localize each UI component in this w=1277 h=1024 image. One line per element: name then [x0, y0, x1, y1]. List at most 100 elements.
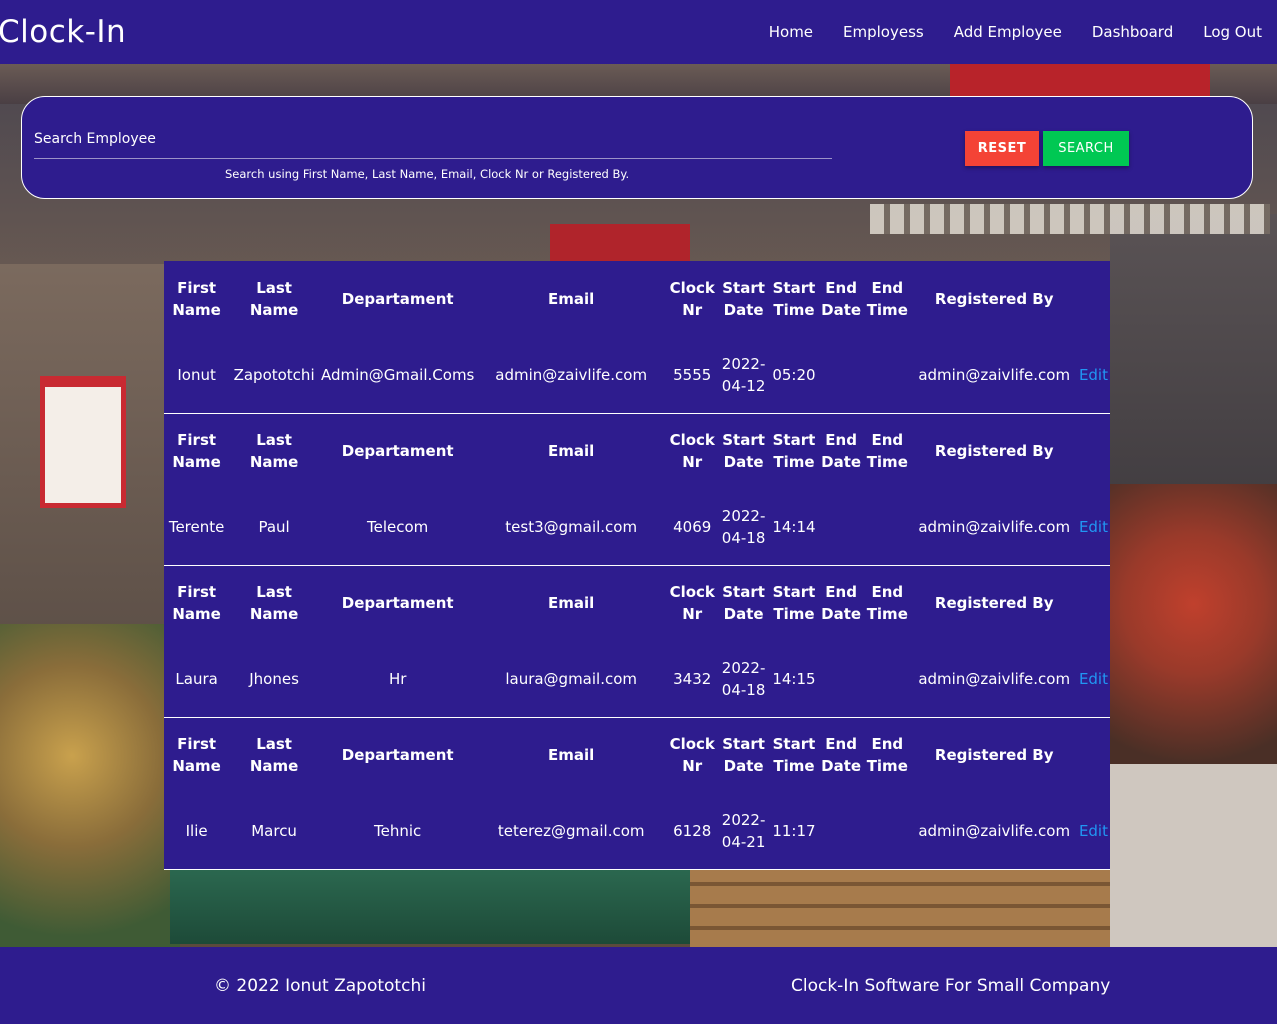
- header-start-date: Start Date: [722, 583, 765, 624]
- header-department: Departament: [341, 290, 454, 308]
- cell-end-time: [863, 641, 911, 717]
- header-clock-nr: Clock Nr: [669, 279, 715, 319]
- header-start-date: Start Date: [722, 279, 765, 319]
- nav-dashboard[interactable]: Dashboard: [1092, 23, 1173, 41]
- cell-start-time: 11:17: [772, 821, 816, 840]
- header-email: Email: [548, 746, 595, 765]
- cell-department: Hr: [388, 669, 407, 688]
- nav-home[interactable]: Home: [769, 23, 813, 41]
- cell-email: test3@gmail.com: [505, 517, 638, 536]
- nav-employees[interactable]: Employess: [843, 23, 924, 41]
- cell-first-name: Terente: [168, 517, 225, 536]
- cell-first-name: Laura: [175, 669, 218, 688]
- cell-end-time: [863, 793, 911, 869]
- header-start-time: Start Time: [772, 735, 816, 776]
- header-department: Departament: [341, 594, 454, 613]
- header-start-time: Start Time: [772, 431, 816, 472]
- header-department: Departament: [341, 442, 454, 461]
- cell-start-date: 2022-04-12: [721, 354, 766, 395]
- cell-actions: Edit: [1077, 489, 1110, 565]
- background-price-tag: [40, 376, 126, 508]
- reset-button[interactable]: RESET: [965, 131, 1039, 166]
- edit-link[interactable]: Edit: [1079, 670, 1108, 688]
- cell-last-name: Zapototchi: [233, 365, 315, 384]
- header-end-time: End Time: [866, 735, 908, 776]
- cell-actions: Edit: [1077, 641, 1110, 717]
- header-registered-by: Registered By: [934, 442, 1054, 461]
- header-department: Departament: [341, 746, 454, 765]
- header-last-name: Last Name: [249, 735, 299, 776]
- nav-links: Home Employess Add Employee Dashboard Lo…: [769, 23, 1262, 41]
- top-navbar: Clock-In Home Employess Add Employee Das…: [0, 0, 1277, 64]
- cell-end-date: [819, 793, 863, 869]
- cell-clock-nr: 5555: [673, 365, 712, 384]
- header-clock-nr: Clock Nr: [669, 583, 715, 624]
- header-end-time: End Time: [866, 583, 908, 624]
- header-first-name: First Name: [172, 279, 221, 319]
- cell-start-time: 05:20: [772, 365, 816, 384]
- cell-email: teterez@gmail.com: [497, 821, 645, 840]
- brand-logo[interactable]: Clock-In: [0, 14, 126, 50]
- header-clock-nr: Clock Nr: [669, 431, 715, 472]
- nav-log-out[interactable]: Log Out: [1203, 23, 1262, 41]
- cell-end-time: [863, 489, 911, 565]
- table-header-row: First Name Last Name Departament Email Clock…: [164, 717, 1110, 793]
- cell-clock-nr: 4069: [673, 517, 712, 536]
- table-header-row: First Name Last Name Departament Email Clock…: [164, 565, 1110, 641]
- cell-end-date: [819, 489, 863, 565]
- header-clock-nr: Clock Nr: [669, 735, 715, 776]
- search-input[interactable]: [34, 119, 832, 159]
- header-email: Email: [548, 290, 595, 308]
- cell-email: laura@gmail.com: [505, 669, 638, 688]
- table-header-row: First Name Last Name Departament Email Clock…: [164, 413, 1110, 489]
- edit-link[interactable]: Edit: [1079, 366, 1108, 384]
- price-tag-header: [45, 381, 121, 387]
- header-end-date: End Date: [821, 431, 862, 472]
- header-end-date: End Date: [821, 279, 862, 319]
- table-row: Ionut Zapototchi Admin@Gmail.Coms admin@zai…: [164, 337, 1110, 413]
- edit-link[interactable]: Edit: [1079, 822, 1108, 840]
- background-produce: [1110, 484, 1277, 784]
- header-registered-by: Registered By: [934, 594, 1054, 613]
- header-actions: [1077, 717, 1110, 793]
- cell-department: Tehnic: [374, 821, 422, 840]
- search-panel: Search using First Name, Last Name, Emai…: [21, 96, 1253, 199]
- cell-start-date: 2022-04-18: [721, 658, 766, 699]
- cell-registered-by: admin@zaivlife.com: [918, 517, 1071, 536]
- edit-link[interactable]: Edit: [1079, 518, 1108, 536]
- cell-end-time: [863, 337, 911, 413]
- cell-last-name: Paul: [258, 517, 290, 536]
- employee-table-body: First Name Last Name Departament Email Clock…: [164, 261, 1110, 869]
- header-last-name: Last Name: [249, 583, 299, 624]
- table-header-row: First Name Last Name Departament Email Clock…: [164, 261, 1110, 337]
- table-row: Laura Jhones Hr laura@gmail.com 3432 2022-04-…: [164, 641, 1110, 717]
- footer-copyright: © 2022 Ionut Zapototchi: [214, 976, 426, 996]
- cell-registered-by: admin@zaivlife.com: [918, 821, 1071, 840]
- header-last-name: Last Name: [249, 431, 299, 472]
- cell-clock-nr: 6128: [673, 821, 712, 840]
- cell-clock-nr: 3432: [673, 669, 712, 688]
- header-end-time: End Time: [866, 431, 908, 472]
- cell-actions: Edit: [1077, 337, 1110, 413]
- cell-first-name: Ilie: [185, 821, 208, 840]
- header-actions: [1077, 413, 1110, 489]
- cell-end-date: [819, 337, 863, 413]
- cell-first-name: Ionut: [177, 365, 216, 384]
- cell-registered-by: admin@zaivlife.com: [918, 669, 1071, 688]
- nav-add-employee[interactable]: Add Employee: [954, 23, 1062, 41]
- table-row: Ilie Marcu Tehnic teterez@gmail.com 6128 2022…: [164, 793, 1110, 869]
- cell-last-name: Marcu: [251, 821, 297, 840]
- cell-department: Admin@Gmail.Coms: [320, 365, 475, 384]
- header-first-name: First Name: [172, 583, 221, 624]
- cell-registered-by: admin@zaivlife.com: [918, 365, 1071, 384]
- header-end-time: End Time: [866, 279, 908, 319]
- background-produce: [0, 624, 180, 947]
- header-registered-by: Registered By: [934, 746, 1054, 765]
- cell-start-date: 2022-04-18: [721, 506, 766, 547]
- header-actions: [1077, 261, 1110, 337]
- header-email: Email: [548, 594, 595, 613]
- search-button[interactable]: SEARCH: [1043, 131, 1129, 166]
- header-last-name: Last Name: [249, 279, 299, 319]
- background-floor: [1110, 764, 1277, 947]
- background-shelf-items: [870, 204, 1270, 234]
